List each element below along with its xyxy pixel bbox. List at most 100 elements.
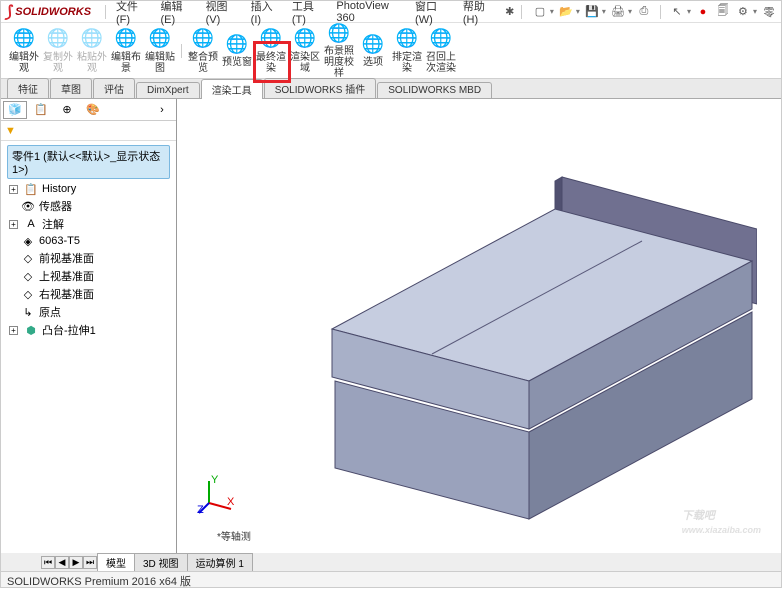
tree-item-right-plane[interactable]: ◇右视基准面 [7, 285, 170, 303]
feature-tree: 零件1 (默认<<默认>_显示状态 1>) +📋History 👁传感器 +A注… [1, 141, 176, 565]
globe-icon: 🌐 [328, 23, 350, 44]
options-icon[interactable]: 🗐 [715, 4, 731, 20]
tree-root[interactable]: 零件1 (默认<<默认>_显示状态 1>) [7, 145, 170, 179]
expand-icon[interactable]: + [9, 220, 18, 229]
solidworks-logo-icon: ⟆ [5, 2, 11, 22]
view-orientation-label: *等轴测 [217, 528, 251, 543]
edit-decal[interactable]: 🌐编辑贴图 [143, 26, 177, 76]
status-bar: SOLIDWORKS Premium 2016 x64 版 [1, 571, 781, 587]
globe-icon: 🌐 [149, 28, 171, 50]
tab-sw-addins[interactable]: SOLIDWORKS 插件 [264, 78, 377, 98]
expand-icon[interactable]: › [150, 101, 174, 119]
preview-window[interactable]: 🌐预览窗 [220, 26, 254, 76]
material-icon: ◈ [21, 234, 35, 248]
print-icon[interactable]: 🖨 [610, 4, 626, 20]
dropdown-icon[interactable]: ▾ [602, 7, 606, 16]
cursor-icon[interactable]: ↖ [669, 4, 685, 20]
tree-item-origin[interactable]: ↳原点 [7, 303, 170, 321]
tab-dimxpert[interactable]: DimXpert [136, 82, 200, 98]
tab-nav-prev-icon[interactable]: ◀ [55, 556, 69, 569]
app-title: SOLIDWORKS [15, 6, 91, 18]
menu-help[interactable]: 帮助(H) [457, 0, 503, 28]
edit-scene[interactable]: 🌐编辑布景 [109, 26, 143, 76]
dimxpert-tab[interactable]: 🎨 [81, 101, 105, 119]
plane-icon: ◇ [21, 269, 35, 283]
tab-nav-next-icon[interactable]: ▶ [69, 556, 83, 569]
view-triad[interactable]: Y X Z [197, 475, 237, 515]
separator [521, 5, 522, 19]
globe-icon: 🌐 [13, 28, 35, 50]
globe-icon: 🌐 [294, 28, 316, 50]
command-tab-bar: 特征 草图 评估 DimXpert 渲染工具 SOLIDWORKS 插件 SOL… [1, 79, 781, 99]
bottom-tab-3dview[interactable]: 3D 视图 [134, 553, 188, 572]
paste-appearance[interactable]: 🌐粘贴外观 [75, 26, 109, 76]
svg-text:Z: Z [197, 504, 204, 515]
tab-nav-first-icon[interactable]: ⏮ [41, 556, 55, 569]
tab-render-tools[interactable]: 渲染工具 [201, 79, 263, 99]
tree-item-front-plane[interactable]: ◇前视基准面 [7, 249, 170, 267]
property-tab[interactable]: 📋 [29, 101, 53, 119]
tree-item-annotations[interactable]: +A注解 [7, 215, 170, 233]
dropdown-icon[interactable]: ▾ [687, 7, 691, 16]
origin-icon: ↳ [21, 305, 35, 319]
scene-illum[interactable]: 🌐布景照明度校样 [322, 26, 356, 76]
rebuild-icon[interactable]: ● [695, 4, 711, 20]
tree-item-top-plane[interactable]: ◇上视基准面 [7, 267, 170, 285]
copy-appearance[interactable]: 🌐复制外观 [41, 26, 75, 76]
dropdown-icon[interactable]: ▾ [550, 7, 554, 16]
globe-icon: 🌐 [396, 28, 418, 50]
schedule-render[interactable]: 🌐排定渲染 [390, 26, 424, 76]
extrude-icon: ⬢ [24, 323, 38, 337]
tab-nav-last-icon[interactable]: ⏭ [83, 556, 97, 569]
open-icon[interactable]: 📂 [558, 4, 574, 20]
globe-icon: 🌐 [362, 33, 384, 55]
plane-icon: ◇ [21, 287, 35, 301]
tree-filter-bar: ▼ [1, 121, 176, 141]
menu-view[interactable]: 视图(V) [200, 0, 245, 28]
feature-tree-tab[interactable]: 🧊 [3, 101, 27, 119]
globe-icon: 🌐 [115, 28, 137, 50]
dropdown-icon[interactable]: ▾ [628, 7, 632, 16]
integrated-preview[interactable]: 🌐整合预览 [186, 26, 220, 76]
bottom-tab-bar: ⏮ ◀ ▶ ⏭ 模型 3D 视图 运动算例 1 [1, 553, 781, 571]
expand-icon[interactable]: + [9, 185, 18, 194]
tree-item-history[interactable]: +📋History [7, 181, 170, 197]
separator [660, 5, 661, 19]
expand-icon[interactable]: + [9, 326, 18, 335]
menu-edit[interactable]: 编辑(E) [154, 0, 199, 28]
screenshot-icon[interactable]: ⎙ [636, 4, 652, 20]
filter-icon[interactable]: ▼ [5, 125, 16, 137]
app-logo: ⟆ SOLIDWORKS [5, 2, 91, 22]
gear-icon[interactable]: ⚙ [735, 4, 751, 20]
tab-sw-mbd[interactable]: SOLIDWORKS MBD [377, 82, 492, 98]
sensor-icon: 👁 [21, 199, 35, 213]
dropdown-icon[interactable]: ▾ [576, 7, 580, 16]
annotation-icon: A [24, 217, 38, 231]
status-text: SOLIDWORKS Premium 2016 x64 版 [7, 576, 191, 588]
save-icon[interactable]: 💾 [584, 4, 600, 20]
tree-item-material[interactable]: ◈6063-T5 [7, 233, 170, 249]
menu-tools[interactable]: 工具(T) [286, 0, 331, 28]
tab-sketch[interactable]: 草图 [50, 78, 92, 98]
dropdown-icon[interactable]: ▾ [753, 7, 757, 16]
history-icon: 📋 [24, 182, 38, 196]
menu-insert[interactable]: 插入(I) [245, 0, 286, 28]
bottom-tab-model[interactable]: 模型 [97, 553, 135, 572]
help-icon[interactable]: ✱ [503, 4, 517, 20]
tab-features[interactable]: 特征 [7, 78, 49, 98]
final-render[interactable]: 🌐最终渲染 [254, 26, 288, 76]
menu-window[interactable]: 窗口(W) [409, 0, 457, 28]
tree-item-sensors[interactable]: 👁传感器 [7, 197, 170, 215]
tab-evaluate[interactable]: 评估 [93, 78, 135, 98]
edit-appearance[interactable]: 🌐编辑外观 [7, 26, 41, 76]
options[interactable]: 🌐选项 [356, 26, 390, 76]
config-tab[interactable]: ⊕ [55, 101, 79, 119]
new-doc-icon[interactable]: ▢ [532, 4, 548, 20]
graphics-viewport[interactable]: Y X Z *等轴测 下载吧 www.xiazaiba.com [177, 99, 781, 565]
link-icon[interactable]: 零 [761, 4, 777, 20]
tree-item-extrude[interactable]: +⬢凸台-拉伸1 [7, 321, 170, 339]
recall-render[interactable]: 🌐召回上次渲染 [424, 26, 458, 76]
menu-file[interactable]: 文件(F) [110, 0, 155, 28]
render-region[interactable]: 🌐渲染区域 [288, 26, 322, 76]
bottom-tab-motion[interactable]: 运动算例 1 [187, 553, 253, 572]
